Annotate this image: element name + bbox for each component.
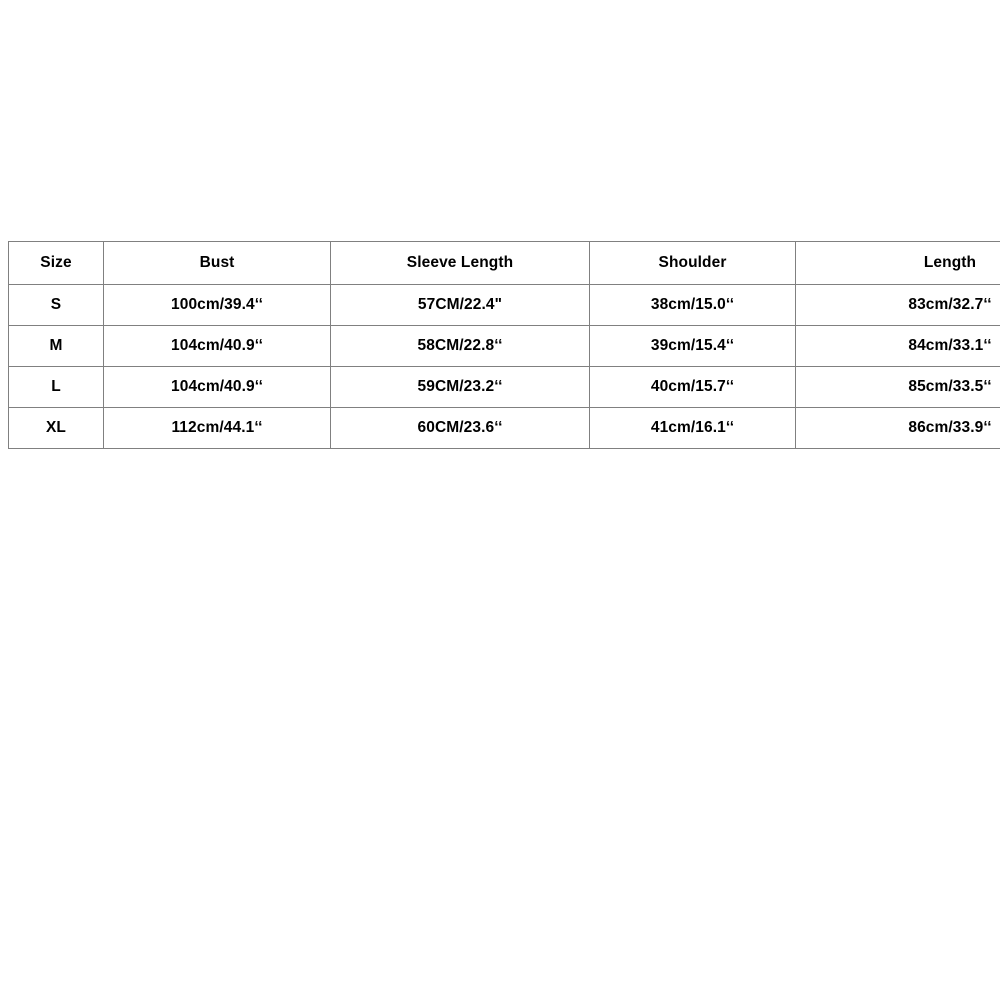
column-header-length: Length [795, 241, 1000, 285]
cell-bust: 104cm/40.9‘‘ [103, 366, 331, 408]
cell-sleeve-length: 58CM/22.8‘‘ [330, 325, 590, 367]
table-row: XL 112cm/44.1‘‘ 60CM/23.6‘‘ 41cm/16.1‘‘ … [8, 407, 1000, 449]
size-chart-container: Size Bust Sleeve Length Shoulder Length … [8, 241, 1000, 449]
cell-length: 84cm/33.1‘‘ [795, 325, 1000, 367]
cell-bust: 104cm/40.9‘‘ [103, 325, 331, 367]
cell-length: 86cm/33.9‘‘ [795, 407, 1000, 449]
page-canvas: Size Bust Sleeve Length Shoulder Length … [0, 0, 1000, 1000]
cell-shoulder: 38cm/15.0‘‘ [589, 284, 796, 326]
table-row: S 100cm/39.4‘‘ 57CM/22.4" 38cm/15.0‘‘ 83… [8, 284, 1000, 326]
cell-shoulder: 41cm/16.1‘‘ [589, 407, 796, 449]
column-header-bust: Bust [103, 241, 331, 285]
cell-shoulder: 39cm/15.4‘‘ [589, 325, 796, 367]
cell-shoulder: 40cm/15.7‘‘ [589, 366, 796, 408]
cell-length: 85cm/33.5‘‘ [795, 366, 1000, 408]
column-header-sleeve-length: Sleeve Length [330, 241, 590, 285]
table-header-row: Size Bust Sleeve Length Shoulder Length [8, 241, 1000, 285]
cell-sleeve-length: 60CM/23.6‘‘ [330, 407, 590, 449]
cell-sleeve-length: 57CM/22.4" [330, 284, 590, 326]
size-chart-body: S 100cm/39.4‘‘ 57CM/22.4" 38cm/15.0‘‘ 83… [8, 284, 1000, 449]
cell-bust: 112cm/44.1‘‘ [103, 407, 331, 449]
size-chart-table: Size Bust Sleeve Length Shoulder Length … [8, 241, 1000, 449]
cell-size: L [8, 366, 104, 408]
column-header-size: Size [8, 241, 104, 285]
cell-size: M [8, 325, 104, 367]
table-row: M 104cm/40.9‘‘ 58CM/22.8‘‘ 39cm/15.4‘‘ 8… [8, 325, 1000, 367]
column-header-shoulder: Shoulder [589, 241, 796, 285]
cell-sleeve-length: 59CM/23.2‘‘ [330, 366, 590, 408]
table-row: L 104cm/40.9‘‘ 59CM/23.2‘‘ 40cm/15.7‘‘ 8… [8, 366, 1000, 408]
size-chart-header: Size Bust Sleeve Length Shoulder Length [8, 241, 1000, 285]
cell-bust: 100cm/39.4‘‘ [103, 284, 331, 326]
cell-size: S [8, 284, 104, 326]
cell-size: XL [8, 407, 104, 449]
cell-length: 83cm/32.7‘‘ [795, 284, 1000, 326]
